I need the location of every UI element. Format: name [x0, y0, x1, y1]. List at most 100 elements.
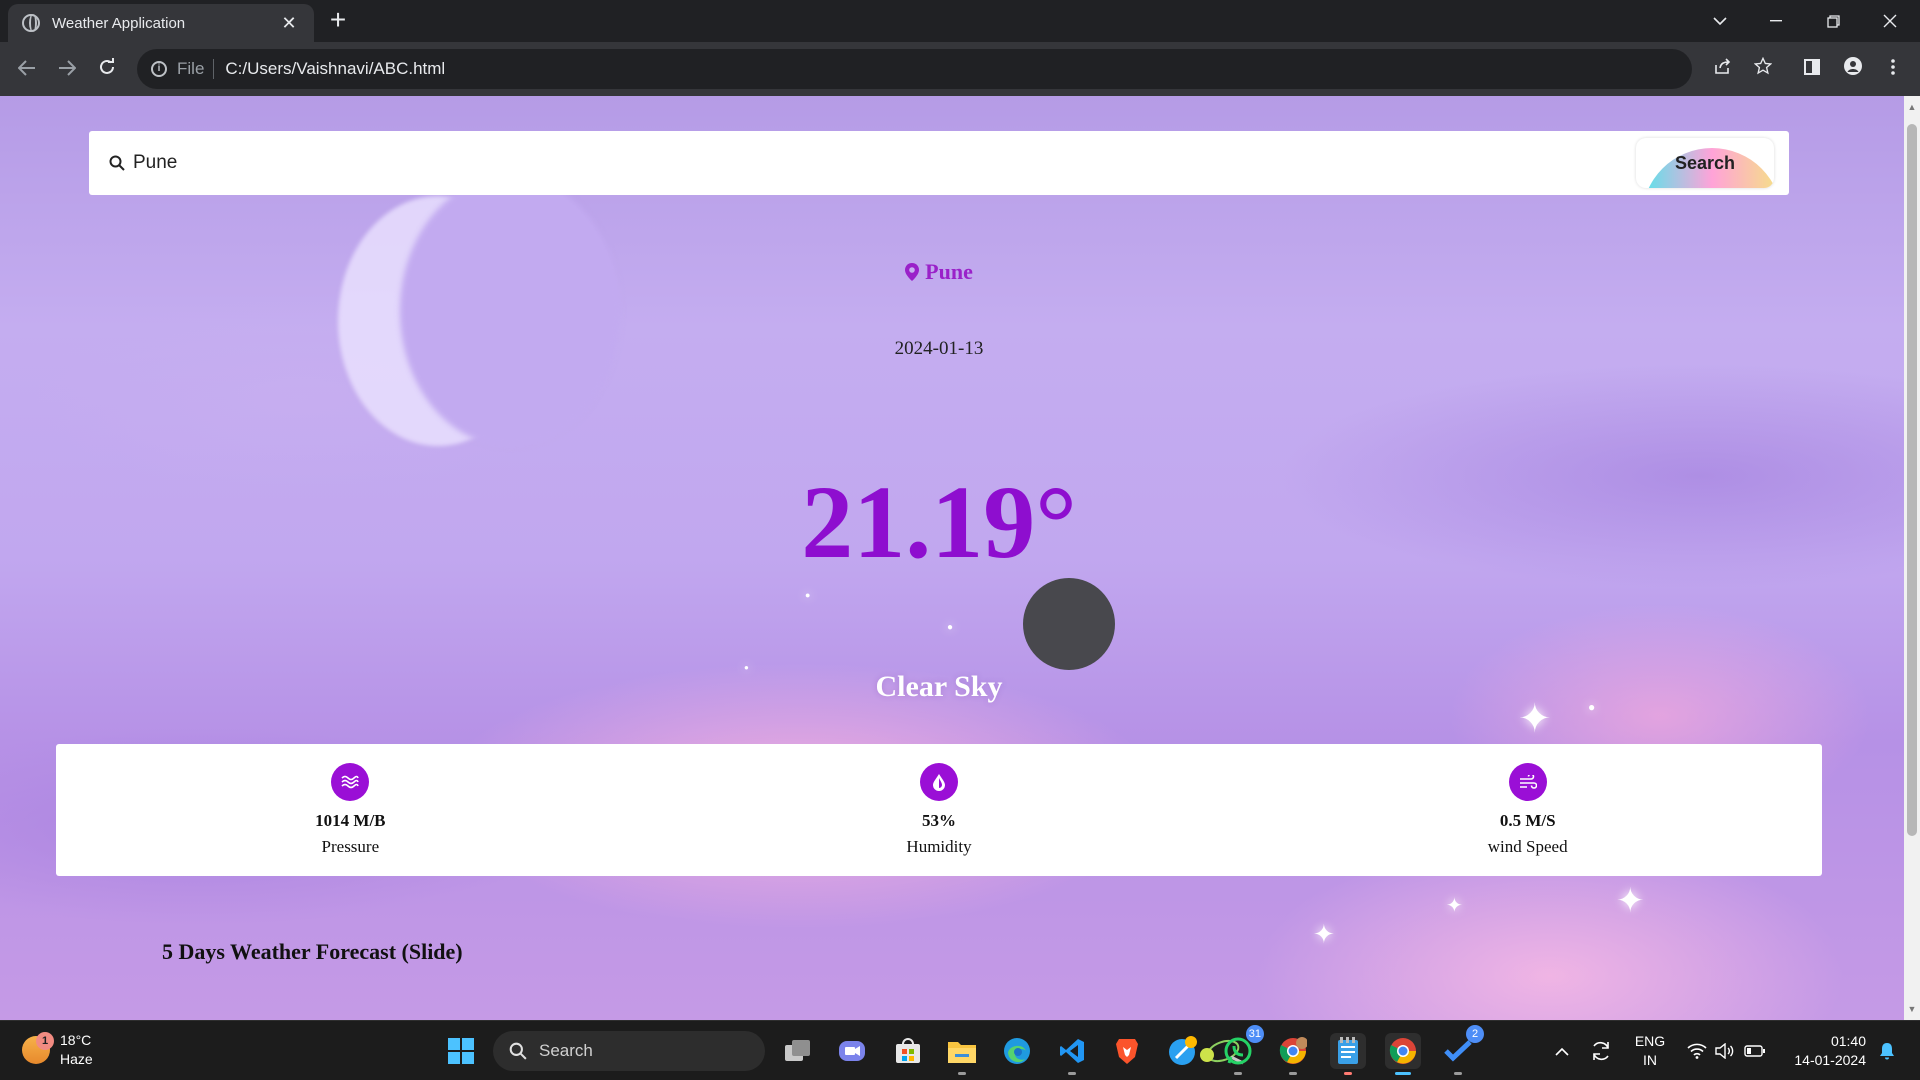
whatsapp-icon[interactable]: 31 — [1220, 1025, 1264, 1075]
forecast-heading: 5 Days Weather Forecast (Slide) — [162, 939, 463, 964]
region-code: IN — [1643, 1052, 1657, 1068]
page-scrollbar[interactable]: ▲ ▼ — [1904, 96, 1920, 1020]
reload-button[interactable] — [92, 54, 122, 84]
battery-icon[interactable] — [1740, 1021, 1770, 1080]
pressure-waves-icon — [331, 763, 370, 801]
taskbar-weather-widget[interactable]: 1 18°C Haze — [22, 1031, 93, 1069]
todo-badge: 2 — [1466, 1025, 1484, 1043]
humidity-value: 53% — [922, 811, 956, 830]
stat-wind-speed: 0.5 M/S wind Speed — [1233, 744, 1822, 876]
sync-icon[interactable] — [1586, 1021, 1616, 1080]
close-window-button[interactable] — [1862, 0, 1918, 42]
globe-icon — [22, 14, 40, 32]
moon-shadow-decoration — [400, 176, 620, 446]
running-indicator — [958, 1072, 966, 1075]
browser-toolbar: i File C:/Users/Vaishnavi/ABC.html — [0, 42, 1920, 96]
city-search-bar: Search — [89, 131, 1789, 195]
wind-icon — [1508, 763, 1547, 801]
city-name: Pune — [925, 259, 973, 284]
tab-title: Weather Application — [52, 14, 186, 32]
weather-date: 2024-01-13 — [894, 338, 984, 359]
weather-stats-card: 1014 M/B Pressure 53% Humidity 0.5 M/S w… — [56, 744, 1822, 876]
active-app-indicator — [1395, 1072, 1411, 1075]
search-button-label: Search — [1674, 152, 1736, 173]
quick-assist-icon[interactable] — [1165, 1033, 1201, 1069]
taskbar-search-label: Search — [539, 1041, 593, 1060]
pressure-value: 1014 M/B — [315, 811, 386, 830]
tab-search-chevron-icon[interactable] — [1692, 0, 1748, 42]
site-info-icon[interactable]: i — [151, 61, 167, 77]
language-code: ENG — [1634, 1033, 1666, 1049]
back-button[interactable] — [12, 54, 42, 84]
haze-sun-icon: 1 — [22, 1032, 54, 1064]
browser-tab[interactable]: Weather Application ✕ — [8, 4, 314, 42]
brave-browser-icon[interactable] — [1109, 1033, 1145, 1069]
edge-browser-icon[interactable] — [999, 1033, 1035, 1069]
notification-bell-icon[interactable] — [1872, 1021, 1902, 1080]
stat-pressure: 1014 M/B Pressure — [56, 744, 645, 876]
task-view-icon[interactable] — [780, 1033, 816, 1069]
clock-date: 14-01-2024 — [1794, 1052, 1866, 1068]
taskbar-search-box[interactable]: Search — [493, 1031, 1244, 1071]
humidity-label: Humidity — [906, 837, 972, 856]
tab-close-icon[interactable]: ✕ — [278, 13, 300, 34]
address-bar[interactable]: i File C:/Users/Vaishnavi/ABC.html — [137, 49, 1692, 89]
humidity-drop-icon — [920, 763, 958, 801]
running-indicator — [1344, 1072, 1352, 1075]
system-clock[interactable]: 01:40 14-01-2024 — [1780, 1021, 1866, 1080]
restore-button[interactable] — [1805, 0, 1861, 42]
taskbar-weather-condition: Haze — [60, 1051, 93, 1067]
volume-icon[interactable] — [1712, 1021, 1738, 1080]
sparkle-decoration: ● — [805, 590, 811, 600]
microsoft-todo-icon[interactable]: 2 — [1440, 1025, 1484, 1075]
url-scheme-label: File — [177, 59, 205, 78]
scroll-down-arrow-icon[interactable]: ▼ — [1907, 1004, 1917, 1014]
whatsapp-unread-badge: 31 — [1245, 1025, 1264, 1043]
taskbar-search-icon — [509, 1042, 527, 1060]
profile-avatar-icon[interactable] — [1838, 54, 1868, 84]
running-indicator — [1234, 1072, 1242, 1075]
sparkle-decoration: ✦ — [1313, 919, 1335, 949]
side-panel-icon[interactable] — [1797, 54, 1827, 84]
stat-humidity: 53% Humidity — [645, 744, 1234, 876]
chrome-browser-icon[interactable] — [1385, 1033, 1421, 1075]
bookmark-star-icon[interactable] — [1748, 54, 1778, 84]
new-tab-button[interactable]: + — [324, 6, 352, 34]
taskbar-weather-text: 18°C Haze — [60, 1031, 93, 1069]
sparkle-decoration: ● — [947, 622, 954, 633]
running-indicator — [1068, 1072, 1076, 1075]
running-indicator — [1454, 1072, 1462, 1075]
chrome-profile-icon[interactable] — [1275, 1033, 1311, 1075]
search-icon — [103, 155, 131, 171]
url-text[interactable]: C:/Users/Vaishnavi/ABC.html — [225, 59, 445, 79]
pressure-label: Pressure — [321, 837, 380, 856]
start-button[interactable] — [443, 1033, 479, 1069]
location-pin-icon — [905, 261, 920, 287]
taskbar-weather-temp: 18°C — [60, 1032, 92, 1048]
wifi-icon[interactable] — [1684, 1021, 1710, 1080]
weather-description: Clear Sky — [875, 670, 1003, 703]
city-search-input[interactable] — [131, 152, 1636, 174]
file-explorer-icon[interactable] — [944, 1033, 980, 1075]
browser-tab-strip: Weather Application ✕ + — [0, 0, 1920, 42]
notepad-icon[interactable] — [1330, 1033, 1366, 1075]
teams-chat-icon[interactable] — [834, 1033, 870, 1069]
microsoft-store-icon[interactable] — [890, 1033, 926, 1069]
minimize-button[interactable] — [1748, 0, 1804, 42]
input-language-indicator[interactable]: ENG IN — [1628, 1021, 1672, 1080]
wind-speed-value: 0.5 M/S — [1499, 811, 1556, 830]
sparkle-decoration: ✦ — [1616, 882, 1645, 920]
page-viewport: ✦ ● ✦ ✦ ✦ ● ● ● Search Pune 2024-01-13 2… — [0, 96, 1904, 1020]
scroll-up-arrow-icon[interactable]: ▲ — [1907, 102, 1917, 112]
share-icon[interactable] — [1708, 54, 1738, 84]
clock-time: 01:40 — [1830, 1033, 1866, 1049]
vscode-icon[interactable] — [1054, 1033, 1090, 1075]
temperature-value: 21.19° — [801, 465, 1077, 580]
search-button[interactable]: Search — [1636, 138, 1774, 188]
address-divider — [213, 59, 215, 79]
forward-button[interactable] — [52, 54, 82, 84]
show-hidden-icons-chevron-icon[interactable] — [1548, 1021, 1576, 1080]
scrollbar-thumb[interactable] — [1907, 124, 1917, 836]
browser-menu-icon[interactable] — [1878, 54, 1908, 84]
weather-condition-icon — [1023, 578, 1115, 670]
